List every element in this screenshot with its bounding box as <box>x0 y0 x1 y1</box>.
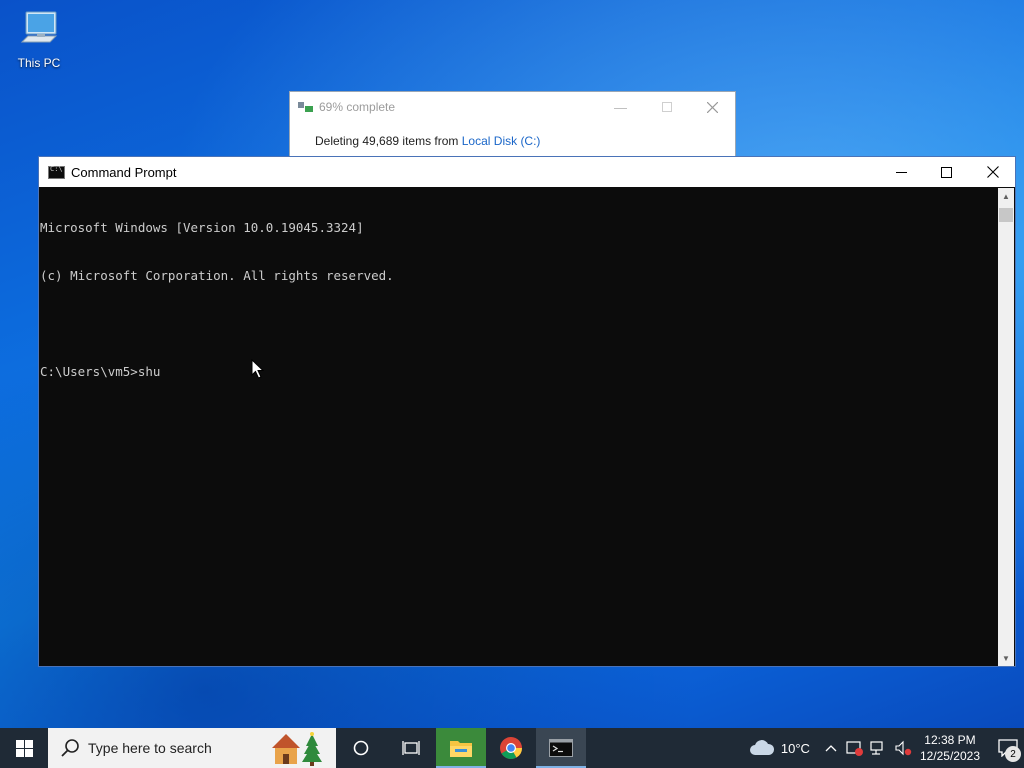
maximize-icon <box>941 166 952 178</box>
cmd-icon <box>549 739 573 757</box>
computer-icon <box>20 11 58 43</box>
clock-time: 12:38 PM <box>924 733 976 747</box>
security-alert-icon[interactable] <box>846 739 864 757</box>
show-hidden-icons-chevron-up-icon[interactable] <box>822 739 840 757</box>
minimize-icon <box>896 171 907 173</box>
maximize-icon <box>661 102 672 112</box>
file-explorer-button[interactable] <box>436 728 486 768</box>
dialog-maximize-button[interactable] <box>644 92 689 122</box>
delete-progress-icon <box>298 102 313 112</box>
maximize-button[interactable] <box>924 157 969 187</box>
dialog-title: 69% complete <box>319 100 396 114</box>
network-icon[interactable] <box>870 739 888 757</box>
cmd-app-icon <box>48 165 65 179</box>
close-icon <box>986 166 999 178</box>
console-scrollbar[interactable]: ▲ ▼ <box>998 188 1014 666</box>
weather-widget[interactable]: 10°C <box>749 739 810 757</box>
clock-date: 12/25/2023 <box>919 749 980 763</box>
volume-muted-icon[interactable] <box>894 739 912 757</box>
notification-count-badge: 2 <box>1005 746 1021 762</box>
clock[interactable]: 12:38 PM 12/25/2023 <box>920 732 980 764</box>
windows-logo-icon <box>15 739 33 757</box>
chrome-button[interactable] <box>486 728 536 768</box>
folder-icon <box>450 741 472 757</box>
search-icon <box>61 739 79 757</box>
cloud-icon <box>749 740 774 755</box>
search-box[interactable]: Type here to search <box>48 728 336 768</box>
system-tray: 10°C 12:38 PM 12/25/2023 2 <box>749 728 1024 768</box>
console-line: Microsoft Windows [Version 10.0.19045.33… <box>40 220 364 235</box>
desktop-icon-label: This PC <box>17 56 61 70</box>
command-prompt-window: Command Prompt Microsoft Windows [Versio… <box>38 156 1016 667</box>
command-prompt-taskbar-button[interactable] <box>536 728 586 768</box>
cmd-titlebar[interactable]: Command Prompt <box>39 157 1015 187</box>
console-line: (c) Microsoft Corporation. All rights re… <box>40 268 394 283</box>
weather-temperature: 10°C <box>780 740 810 756</box>
dialog-close-button[interactable] <box>690 92 735 122</box>
task-view-icon <box>402 741 420 755</box>
scrollbar-thumb[interactable] <box>999 208 1013 222</box>
scroll-up-arrow-icon[interactable]: ▲ <box>998 188 1014 204</box>
cortana-button[interactable] <box>336 728 386 768</box>
minimize-button[interactable] <box>879 157 924 187</box>
notification-center-button[interactable]: 2 <box>992 728 1024 768</box>
holiday-decoration-icon <box>272 732 322 766</box>
cmd-title: Command Prompt <box>71 164 177 180</box>
task-view-button[interactable] <box>386 728 436 768</box>
search-placeholder: Type here to search <box>88 740 212 756</box>
close-icon <box>707 101 718 113</box>
circle-icon <box>353 740 369 756</box>
dialog-message: Deleting 49,689 items from Local Disk (C… <box>290 122 735 148</box>
mouse-cursor-icon <box>251 359 265 379</box>
scroll-down-arrow-icon[interactable]: ▼ <box>998 650 1014 666</box>
taskbar: Type here to search 10°C 12:38 PM 12/25/… <box>0 728 1024 768</box>
tray-icons <box>822 739 912 757</box>
desktop-icon-this-pc[interactable]: This PC <box>10 8 68 70</box>
close-button[interactable] <box>970 157 1015 187</box>
location-link[interactable]: Local Disk (C:) <box>462 134 541 148</box>
console-output[interactable]: Microsoft Windows [Version 10.0.19045.33… <box>40 188 1000 666</box>
dialog-minimize-button[interactable]: — <box>598 92 643 122</box>
console-prompt-line: C:\Users\vm5>shu <box>40 364 161 379</box>
start-button[interactable] <box>0 728 48 768</box>
chrome-icon <box>500 737 522 759</box>
dialog-message-text: Deleting 49,689 items from <box>315 134 459 148</box>
